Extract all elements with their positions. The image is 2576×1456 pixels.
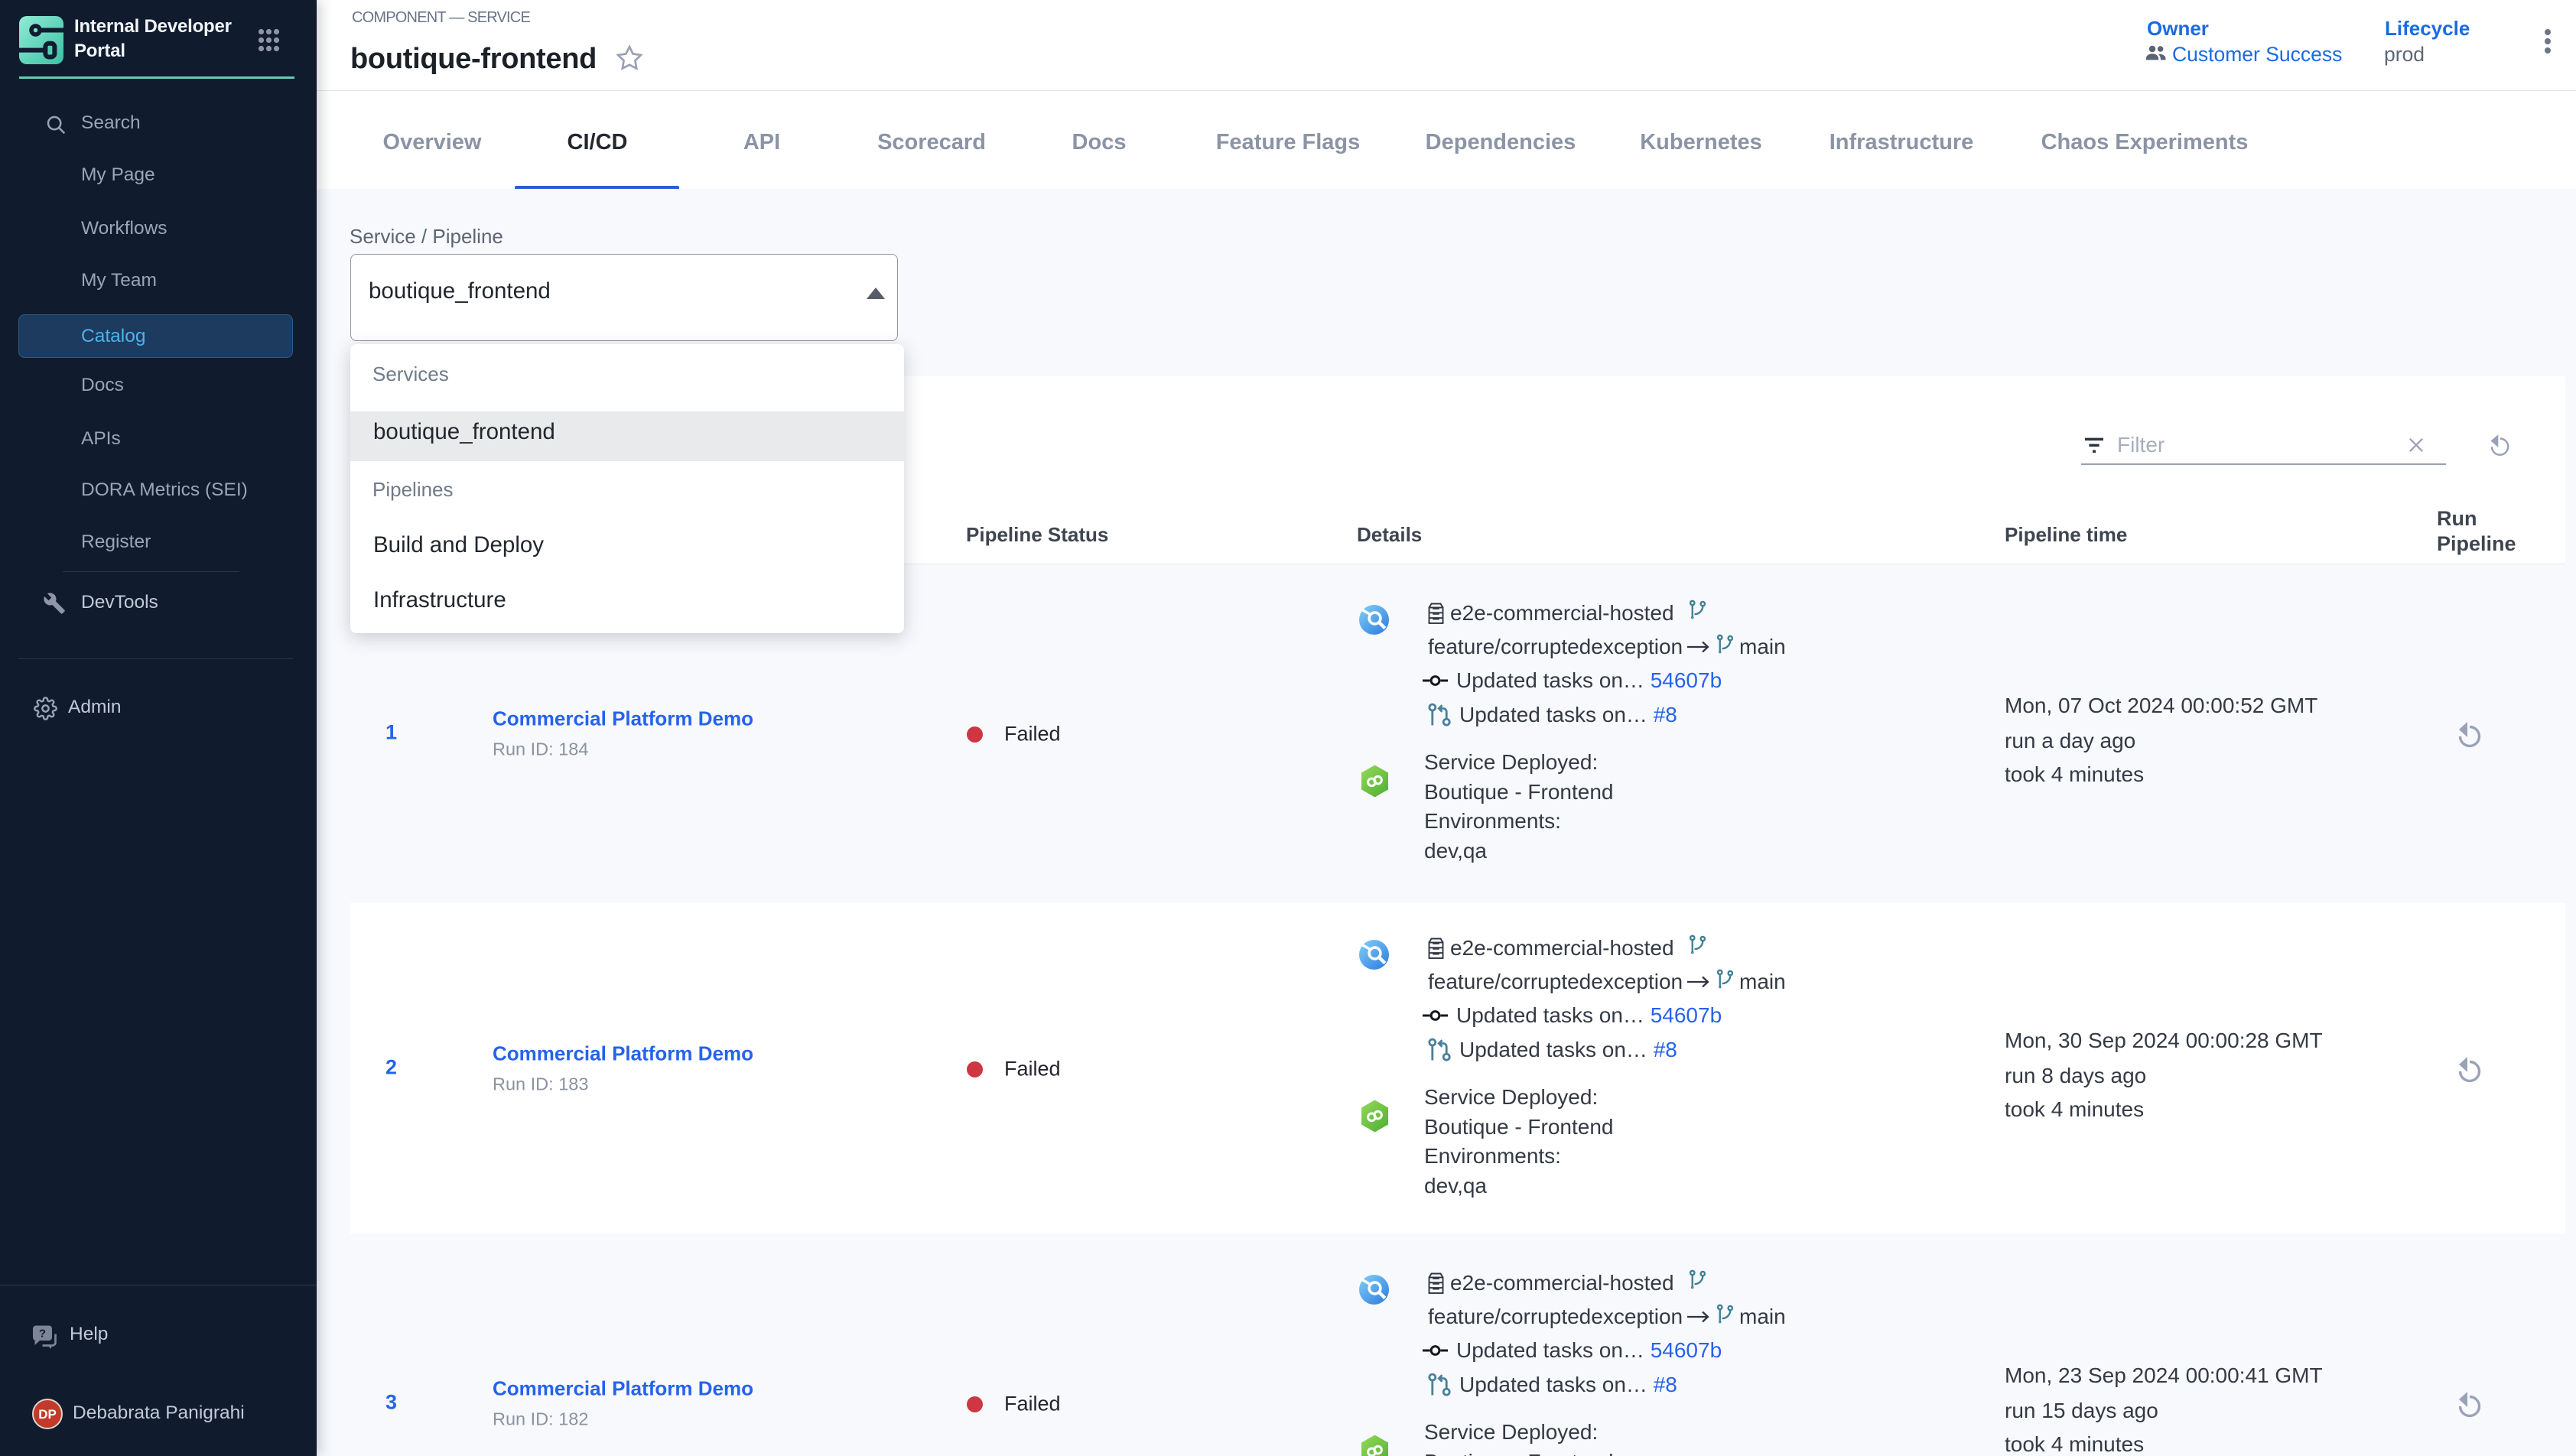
svg-text:?: ?: [39, 1328, 46, 1341]
